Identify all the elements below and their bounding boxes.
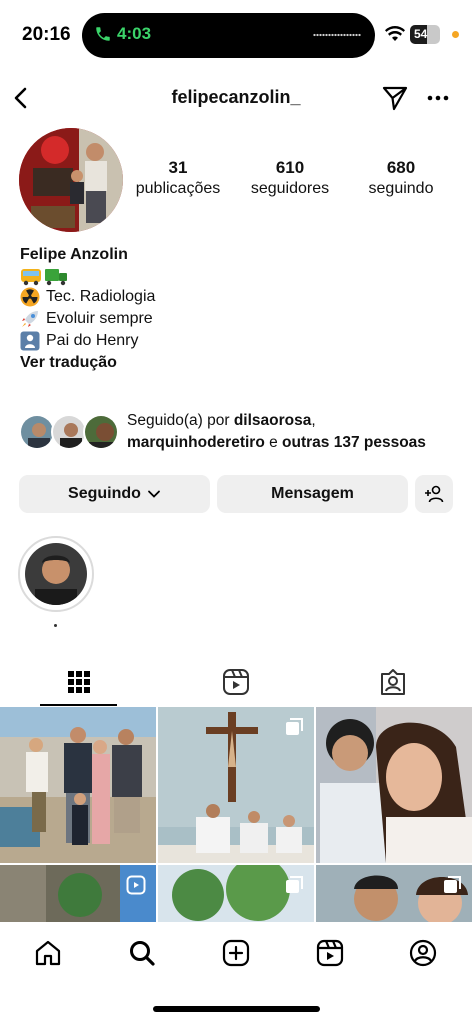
followed-by-text: Seguido(a) por dilsaorosa, marquinhoderet… [127, 412, 426, 451]
bus-truck-emoji [21, 269, 67, 286]
nav-reels[interactable] [310, 936, 350, 970]
dynamic-island[interactable]: 4:03 [82, 13, 375, 58]
direct-message-icon[interactable] [380, 83, 410, 113]
mutual-avatar-2 [51, 414, 87, 450]
mutual-avatar-1 [19, 414, 55, 450]
profile-bio: Felipe Anzolin Tec. Radiologia Evoluir s… [20, 244, 460, 374]
post-thumbnail[interactable] [316, 865, 472, 922]
profile-header: felipecanzolin_ [0, 78, 472, 118]
call-timer: 4:03 [117, 24, 152, 43]
stat-following-value: 680 [386, 158, 416, 177]
stat-followers[interactable]: 610 seguidores [235, 158, 345, 200]
see-translation-link[interactable]: Ver tradução [20, 352, 460, 374]
following-button-label: Seguindo [68, 485, 141, 502]
stat-posts-label: publicações [135, 180, 221, 197]
post-thumbnail[interactable] [158, 865, 314, 922]
wifi-icon [385, 26, 405, 41]
highlight-indicator [54, 624, 57, 627]
grid-icon [67, 671, 90, 693]
audio-waveform [313, 33, 361, 37]
reels-icon [222, 669, 249, 695]
profile-avatar[interactable] [19, 128, 123, 232]
nav-home[interactable] [28, 936, 68, 970]
story-highlight[interactable] [18, 536, 94, 612]
post-thumbnail[interactable] [0, 707, 156, 863]
stat-posts[interactable]: 31 publicações [123, 158, 233, 200]
call-indicator[interactable]: 4:03 [94, 24, 151, 44]
bio-line-2-text: Evoluir sempre [46, 310, 153, 327]
post-thumbnail[interactable] [158, 707, 314, 863]
radioactive-emoji [20, 287, 40, 307]
tab-reels[interactable] [157, 658, 314, 706]
bottom-navigation [0, 922, 472, 1023]
active-tab-indicator [40, 704, 117, 706]
post-thumbnail[interactable] [316, 707, 472, 863]
carousel-icon [286, 718, 303, 735]
battery-icon: 54 [410, 25, 440, 44]
post-thumbnail[interactable] [0, 865, 156, 922]
posts-grid [0, 707, 472, 922]
mutual-avatar-3 [83, 414, 119, 450]
reel-badge-icon [126, 875, 146, 895]
create-icon [222, 939, 250, 967]
battery-level: 54 [414, 27, 428, 41]
nav-search[interactable] [122, 936, 162, 970]
message-button-label: Mensagem [271, 485, 354, 502]
tagged-icon [380, 669, 405, 695]
status-time: 20:16 [22, 24, 71, 45]
tab-posts[interactable] [0, 658, 157, 706]
home-icon [35, 940, 61, 966]
mutual-others[interactable]: outras 137 pessoas [282, 434, 426, 451]
bio-line-evolve: Evoluir sempre [20, 308, 460, 330]
stat-posts-value: 31 [168, 158, 188, 177]
bio-line-father: Pai do Henry [20, 330, 460, 352]
bio-line-3-text: Pai do Henry [46, 332, 139, 349]
followed-by[interactable]: Seguido(a) por dilsaorosa, marquinhoderet… [19, 410, 464, 456]
suggest-people-button[interactable] [415, 475, 453, 513]
bio-line-radiology: Tec. Radiologia [20, 286, 460, 308]
stat-followers-label: seguidores [250, 180, 330, 197]
bio-line-vehicles [20, 266, 460, 286]
recording-indicator [452, 31, 459, 38]
profile-icon [409, 939, 437, 967]
profile-name: Felipe Anzolin [20, 246, 128, 263]
home-indicator[interactable] [153, 1006, 320, 1012]
profile-tabs [0, 658, 472, 706]
stat-followers-value: 610 [275, 158, 305, 177]
highlight-cover [25, 543, 87, 605]
tab-tagged[interactable] [314, 658, 471, 706]
stat-following-label: seguindo [368, 180, 434, 197]
rocket-emoji [22, 311, 38, 327]
nav-create[interactable] [216, 936, 256, 970]
baby-emoji [20, 331, 40, 351]
reels-nav-icon [316, 939, 344, 967]
nav-profile[interactable] [403, 936, 443, 970]
stat-following[interactable]: 680 seguindo [346, 158, 456, 200]
following-button[interactable]: Seguindo [19, 475, 210, 513]
phone-icon [96, 27, 110, 41]
search-icon [130, 941, 155, 966]
more-options-icon[interactable] [424, 84, 452, 112]
add-person-icon [425, 485, 444, 503]
mutual-user-2[interactable]: marquinhoderetiro [127, 434, 265, 451]
chevron-down-icon [148, 490, 160, 498]
message-button[interactable]: Mensagem [217, 475, 408, 513]
mutual-user-1[interactable]: dilsaorosa [234, 412, 312, 429]
carousel-icon [286, 876, 303, 893]
status-bar: 20:16 4:03 54 [0, 0, 472, 70]
carousel-icon [444, 876, 461, 893]
bio-line-1-text: Tec. Radiologia [46, 288, 156, 305]
